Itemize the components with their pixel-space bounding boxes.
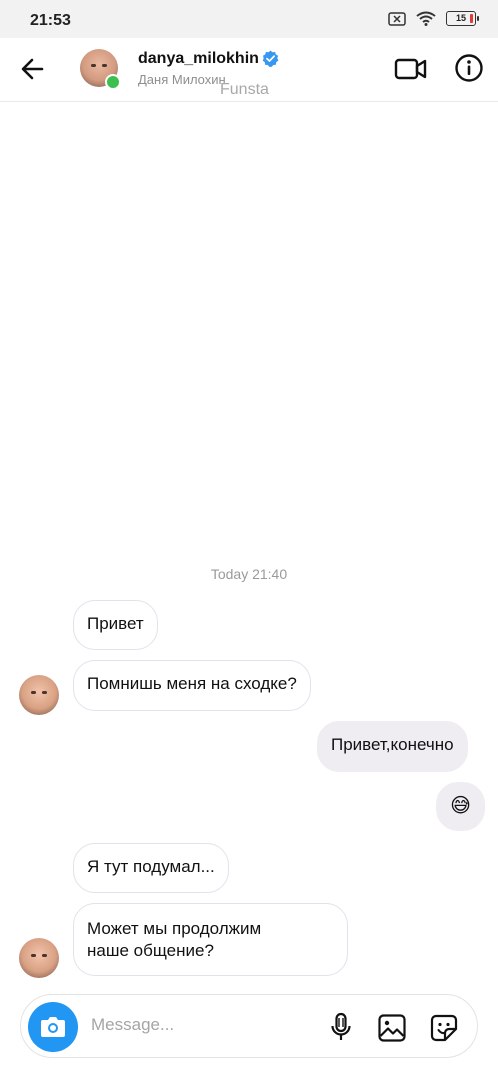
message-bubble-incoming[interactable]: Я тут подумал... <box>73 843 229 893</box>
watermark: Funsta <box>220 81 269 98</box>
sticker-icon[interactable] <box>428 1012 460 1044</box>
battery-fill <box>470 14 473 23</box>
back-arrow-icon[interactable] <box>18 54 48 84</box>
video-call-icon[interactable] <box>394 54 428 84</box>
message-text: Привет <box>87 614 144 633</box>
online-status-dot <box>105 74 121 90</box>
message-text: Привет,конечно <box>331 735 454 754</box>
status-time: 21:53 <box>30 12 71 29</box>
status-icons: 15 <box>388 11 479 26</box>
chat-timestamp: Today 21:40 <box>210 566 288 582</box>
message-bubble-incoming[interactable]: Привет <box>73 600 158 650</box>
username[interactable]: danya_milokhin <box>138 50 259 68</box>
verified-badge-icon <box>262 50 279 67</box>
camera-button[interactable] <box>28 1002 78 1052</box>
message-text: Помнишь меня на сходке? <box>87 674 297 693</box>
battery-icon: 15 <box>446 11 479 26</box>
message-input[interactable] <box>91 1015 311 1035</box>
microphone-icon[interactable] <box>325 1011 357 1043</box>
camera-icon <box>41 1017 65 1037</box>
message-bubble-incoming[interactable]: Помнишь меня на сходке? <box>73 660 311 711</box>
wifi-icon <box>416 11 436 26</box>
message-text-line: Может мы продолжим <box>87 919 262 938</box>
info-icon[interactable] <box>454 53 484 83</box>
message-text: Я тут подумал... <box>87 857 215 876</box>
battery-level: 15 <box>455 13 466 23</box>
message-bubble-emoji[interactable]: 😅 <box>436 782 485 831</box>
status-bar: 21:53 15 <box>0 0 498 38</box>
sim-off-icon <box>388 11 406 26</box>
message-emoji: 😅 <box>450 795 471 817</box>
message-bubble-outgoing[interactable]: Привет,конечно <box>317 721 468 772</box>
chat-header: danya_milokhin Даня Милохин Funsta <box>0 38 498 102</box>
message-bubble-incoming[interactable]: Может мы продолжим наше общение? <box>73 903 348 976</box>
full-name: Даня Милохин <box>138 72 226 87</box>
sender-avatar[interactable] <box>19 938 59 978</box>
image-gallery-icon[interactable] <box>376 1012 408 1044</box>
message-composer <box>20 994 478 1058</box>
sender-avatar[interactable] <box>19 675 59 715</box>
message-text-line: наше общение? <box>87 941 214 960</box>
